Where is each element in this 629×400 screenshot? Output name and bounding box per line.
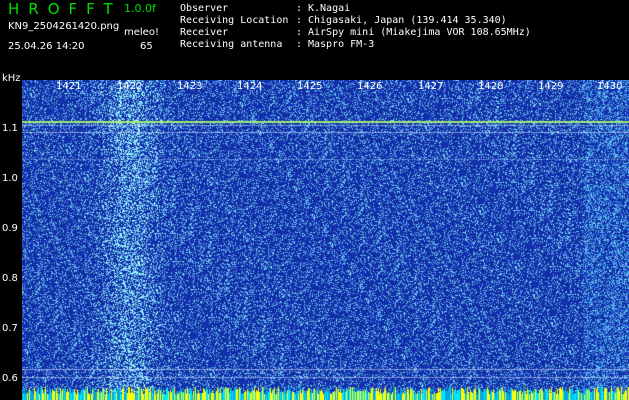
x-tick-label: 1426 bbox=[357, 81, 383, 92]
antenna-key: Receiving antenna bbox=[180, 39, 283, 50]
x-tick-label: 1424 bbox=[237, 81, 263, 92]
y-tick-label: 0.8 bbox=[2, 273, 18, 284]
meta-value: 65 bbox=[140, 41, 153, 52]
x-tick-label: 1428 bbox=[478, 81, 504, 92]
x-tick-label: 1423 bbox=[177, 81, 203, 92]
observer-key: Observer bbox=[180, 3, 229, 14]
location-key: Receiving Location bbox=[180, 15, 289, 26]
y-tick-label: 1.1 bbox=[2, 123, 18, 134]
receiver-key: Receiver bbox=[180, 27, 229, 38]
meta-label: meleo! bbox=[124, 27, 159, 38]
file-datetime: 25.04.26 14:20 bbox=[8, 41, 85, 52]
receiver-colon: : bbox=[296, 27, 303, 38]
x-tick-label: 1429 bbox=[538, 81, 564, 92]
x-tick-label: 1421 bbox=[56, 81, 82, 92]
location-colon: : bbox=[296, 15, 303, 26]
y-tick-label: 0.9 bbox=[2, 223, 18, 234]
y-tick-label: 0.7 bbox=[2, 323, 18, 334]
x-tick-label: 1427 bbox=[418, 81, 444, 92]
location-value: Chigasaki, Japan (139.414 35.340) bbox=[308, 15, 507, 26]
x-tick-label: 1430 bbox=[597, 81, 623, 92]
x-tick-label: 1422 bbox=[117, 81, 143, 92]
observer-value: K.Nagai bbox=[308, 3, 351, 14]
receiver-value: AirSpy mini (Miakejima VOR 108.65MHz) bbox=[308, 27, 531, 38]
antenna-colon: : bbox=[296, 39, 303, 50]
antenna-value: Maspro FM-3 bbox=[308, 39, 375, 50]
observer-colon: : bbox=[296, 3, 303, 14]
app-version: 1.0.0f bbox=[124, 2, 156, 15]
x-tick-label: 1425 bbox=[297, 81, 323, 92]
file-name: KN9_2504261420.png bbox=[8, 21, 120, 32]
app-title: HROFFT bbox=[8, 0, 122, 18]
spectrogram-canvas bbox=[22, 80, 629, 400]
y-axis-unit: kHz bbox=[2, 73, 21, 84]
y-tick-label: 0.6 bbox=[2, 373, 18, 384]
y-tick-label: 1.0 bbox=[2, 173, 18, 184]
